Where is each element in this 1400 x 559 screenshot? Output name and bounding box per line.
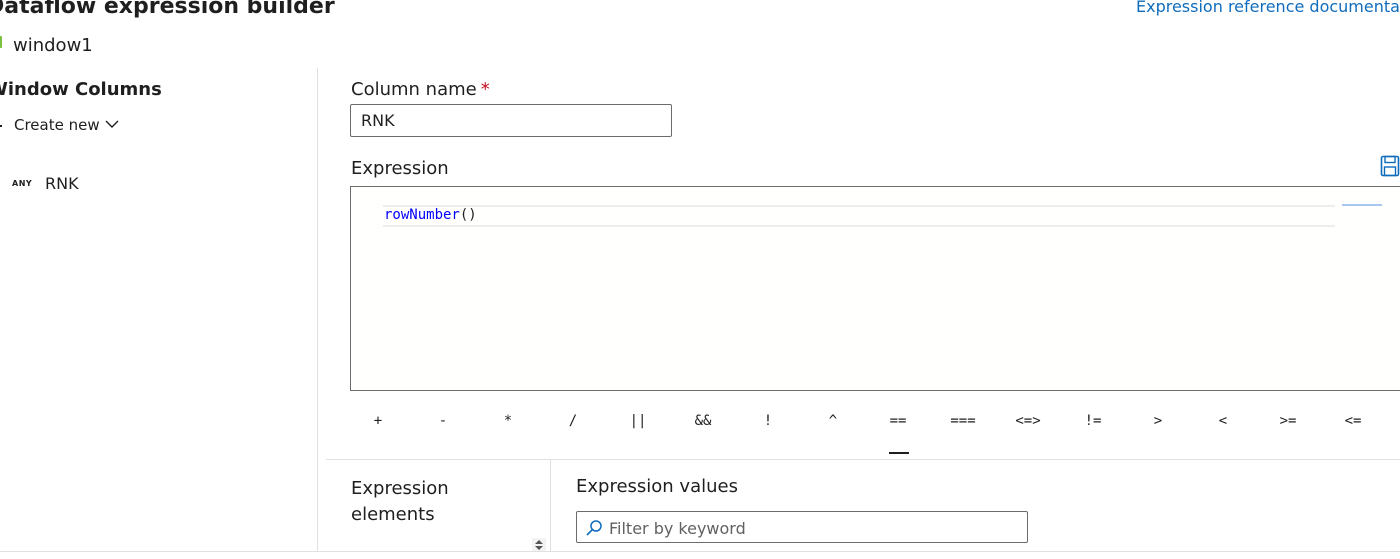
code-args-token: () [459,207,477,223]
sort-icon[interactable] [532,538,546,552]
section-divider [326,459,1400,460]
code-function-token: rowNumber [384,207,460,223]
overview-ruler-marker [1342,204,1382,206]
operator-strict-equals-button[interactable]: === [939,408,987,434]
expression-code: rowNumber() [384,207,477,223]
transformation-name: window1 [13,35,93,56]
operator-greater-than-button[interactable]: > [1134,408,1182,434]
window-column-name: RNK [45,174,79,193]
operator-multiply-button[interactable]: * [484,408,532,434]
create-new-label: Create new [14,116,100,134]
expression-editor[interactable]: rowNumber() [350,186,1400,391]
page-title: Dataflow expression builder [0,0,335,19]
filter-search-box[interactable] [576,511,1028,544]
type-badge: ANY [12,179,33,188]
search-icon [586,520,602,536]
operator-less-than-button[interactable]: < [1199,408,1247,434]
operator-plus-button[interactable]: + [354,408,402,434]
operator-hover-indicator [889,452,909,454]
operator-null-safe-equals-button[interactable]: <=> [1004,408,1052,434]
expression-reference-link[interactable]: Expression reference documentation [1136,0,1400,16]
chevron-down-icon [105,120,119,128]
operator-greater-or-equal-button[interactable]: >= [1264,408,1312,434]
expression-label: Expression [351,158,449,179]
current-line-highlight [383,205,1335,227]
left-panel-divider [317,68,318,552]
window-column-item[interactable]: ANY RNK [0,172,300,198]
elements-values-divider [550,460,551,552]
window-columns-heading: Window Columns [0,79,162,100]
dataflow-icon [0,36,2,48]
column-name-label: Column name * [351,79,490,100]
operator-divide-button[interactable]: / [549,408,597,434]
save-icon[interactable] [1380,155,1400,177]
operator-less-or-equal-button[interactable]: <= [1329,408,1377,434]
operator-minus-button[interactable]: - [419,408,467,434]
operator-and-button[interactable]: && [679,408,727,434]
operator-equals-button[interactable]: == [874,408,922,434]
operator-or-button[interactable]: || [614,408,662,434]
plus-icon [0,125,2,127]
footer-divider [0,551,1400,552]
column-name-input[interactable] [350,104,672,137]
filter-input[interactable] [607,512,1021,544]
operator-not-button[interactable]: ! [744,408,792,434]
operator-xor-button[interactable]: ^ [809,408,857,434]
expression-elements-heading: Expression elements [351,478,449,525]
column-name-label-text: Column name [351,79,477,100]
required-marker: * [480,79,490,100]
expression-values-heading: Expression values [576,476,738,497]
operator-not-equals-button[interactable]: != [1069,408,1117,434]
